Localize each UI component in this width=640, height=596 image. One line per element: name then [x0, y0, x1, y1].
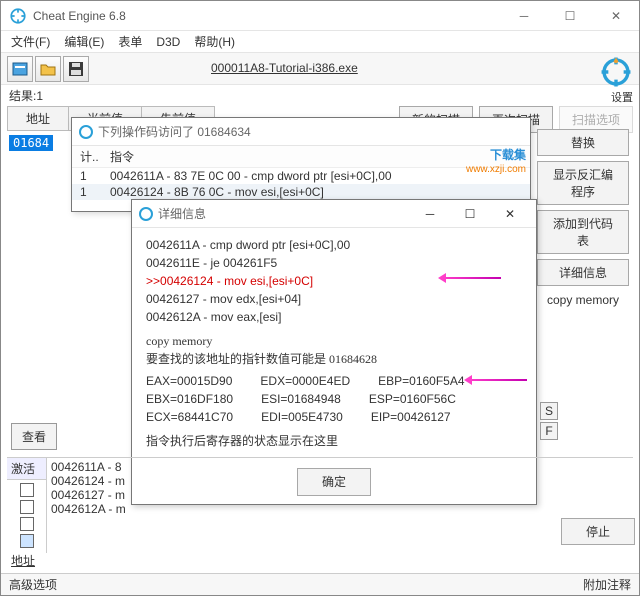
search-button[interactable]: 查看	[11, 423, 57, 450]
asm-line: 00426127 - mov edx,[esi+04]	[146, 290, 522, 308]
addcode-button[interactable]: 添加到代码表	[537, 210, 629, 254]
opcode-headers: 计..指令	[72, 146, 530, 168]
cheat-list: 激活 0042611A - 8 00426124 - m 00426127 - …	[7, 457, 633, 553]
ce-small-icon	[138, 206, 154, 222]
asm-line: 0042612A - mov eax,[esi]	[146, 308, 522, 326]
selected-result[interactable]: 01684	[9, 135, 53, 151]
ce-small-icon	[78, 124, 94, 140]
list-item[interactable]: 00426127 - m	[51, 488, 559, 502]
menu-d3d[interactable]: D3D	[156, 35, 180, 49]
watermark: 下载集 www.xzji.com	[466, 146, 526, 175]
titlebar: Cheat Engine 6.8 ─ ☐ ✕	[1, 1, 639, 31]
results-count: 结果:1	[1, 85, 639, 106]
maximize-button[interactable]: ☐	[450, 207, 490, 221]
opcode-window: 下列操作码访问了 01684634 下载集 www.xzji.com 计..指令…	[71, 117, 531, 212]
list-item[interactable]: 0042612A - m	[51, 502, 559, 516]
replace-button[interactable]: 替换	[537, 129, 629, 156]
s-button[interactable]: S	[540, 402, 558, 420]
menu-help[interactable]: 帮助(H)	[194, 33, 235, 50]
window-title: Cheat Engine 6.8	[33, 9, 501, 23]
list-item[interactable]: 00426124 - m	[51, 474, 559, 488]
copy-memory-text: copy memory	[146, 332, 522, 350]
asm-line: 0042611E - je 004261F5	[146, 254, 522, 272]
pointer-hint: 要查找的该地址的指针数值可能是 01684628	[146, 350, 522, 368]
reg-row: ECX=68441C70EDI=005E4730EIP=00426127	[146, 408, 522, 426]
detail-title: 详细信息	[158, 205, 410, 222]
open-process-button[interactable]	[7, 56, 33, 82]
menu-table[interactable]: 表单	[118, 33, 142, 50]
opcode-row[interactable]: 10042611A - 83 7E 0C 00 - cmp dword ptr …	[72, 168, 530, 184]
activate-checkbox[interactable]	[20, 534, 34, 548]
toolbar: 000011A8-Tutorial-i386.exe	[1, 53, 639, 85]
detail-button[interactable]: 详细信息	[537, 259, 629, 286]
close-button[interactable]: ✕	[490, 207, 530, 221]
statusbar: 高级选项 附加注释	[1, 573, 639, 595]
close-button[interactable]: ✕	[593, 1, 639, 31]
minimize-button[interactable]: ─	[410, 207, 450, 221]
target-process: 000011A8-Tutorial-i386.exe	[211, 61, 358, 75]
col-address[interactable]: 地址	[7, 106, 68, 131]
asm-line: 0042611A - cmp dword ptr [esi+0C],00	[146, 236, 522, 254]
disasm-button[interactable]: 显示反汇编程序	[537, 161, 629, 205]
opcode-window-title: 下列操作码访问了 01684634	[98, 123, 524, 140]
maximize-button[interactable]: ☐	[547, 1, 593, 31]
activate-header: 激活	[7, 458, 46, 480]
address-label[interactable]: 地址	[11, 552, 35, 569]
app-icon	[9, 7, 27, 25]
reg-footer: 指令执行后寄存器的状态显示在这里	[146, 432, 522, 450]
reg-row: EBX=016DF180ESI=01684948ESP=0160F56C	[146, 390, 522, 408]
list-item[interactable]: 0042611A - 8	[51, 460, 559, 474]
settings-link[interactable]: 设置	[611, 89, 633, 105]
opcode-row[interactable]: 100426124 - 8B 76 0C - mov esi,[esi+0C]	[72, 184, 530, 200]
stop-button[interactable]: 停止	[561, 518, 635, 545]
minimize-button[interactable]: ─	[501, 1, 547, 31]
advanced-options[interactable]: 高级选项	[9, 576, 57, 593]
attach-comment[interactable]: 附加注释	[583, 576, 631, 593]
menubar: 文件(F) 编辑(E) 表单 D3D 帮助(H)	[1, 31, 639, 53]
f-button[interactable]: F	[540, 422, 558, 440]
ce-logo-icon	[599, 55, 633, 89]
activate-checkbox[interactable]	[20, 517, 34, 531]
open-file-button[interactable]	[35, 56, 61, 82]
annotation-arrow	[441, 277, 501, 279]
activate-checkbox[interactable]	[20, 500, 34, 514]
annotation-arrow	[467, 379, 527, 381]
menu-edit[interactable]: 编辑(E)	[64, 33, 104, 50]
right-panel: 替换 显示反汇编程序 添加到代码表 详细信息 copy memory	[537, 129, 629, 307]
asm-line-highlight: >>00426124 - mov esi,[esi+0C]	[146, 272, 522, 290]
menu-file[interactable]: 文件(F)	[11, 33, 50, 50]
copy-memory-label: copy memory	[537, 291, 629, 307]
save-button[interactable]	[63, 56, 89, 82]
activate-checkbox[interactable]	[20, 483, 34, 497]
